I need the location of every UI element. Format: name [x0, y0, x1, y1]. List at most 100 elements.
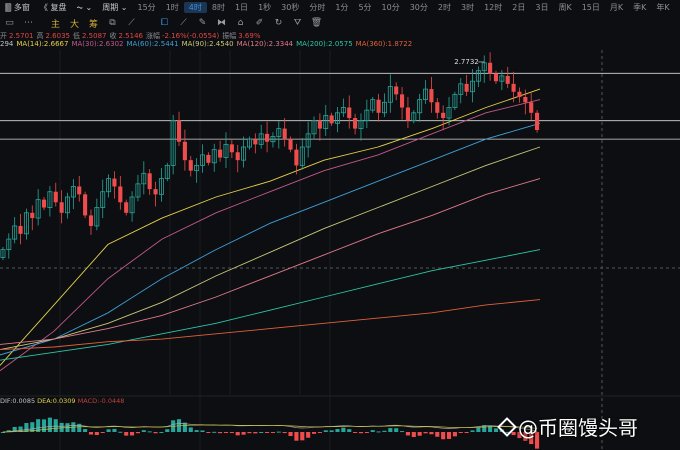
ma-line-MA360: [0, 299, 541, 351]
macd-bar: [300, 432, 305, 441]
macd-bar: [294, 432, 299, 441]
macd-bar: [446, 432, 452, 439]
candle-body: [493, 73, 499, 82]
macd-bar: [241, 432, 246, 435]
macd-bar: [388, 428, 393, 432]
binance-logo-icon: [497, 416, 517, 437]
candle-body: [464, 83, 469, 92]
candle-body: [400, 94, 405, 108]
candle-body: [429, 89, 434, 103]
macd-bar: [194, 430, 199, 432]
candle-body: [77, 186, 82, 195]
macd-bar: [94, 432, 99, 436]
candle-body: [118, 186, 123, 203]
macd-bar: [470, 430, 475, 432]
ma-line-MA14: [0, 88, 541, 366]
macd-bar: [200, 430, 205, 432]
macd-bar: [276, 431, 281, 433]
candle-body: [112, 178, 117, 187]
macd-bar: [347, 429, 352, 432]
candle-body: [18, 225, 23, 234]
macd-bar: [47, 417, 52, 432]
macd-bar: [452, 432, 457, 437]
macd-bar: [335, 429, 340, 432]
macd-bar: [253, 432, 258, 434]
candle-body: [41, 199, 47, 208]
candle-body: [529, 102, 534, 113]
macd-bar: [311, 432, 317, 434]
macd-bar: [458, 432, 463, 433]
macd-bar: [270, 432, 275, 433]
macd-bar: [106, 429, 111, 432]
macd-bar: [400, 431, 405, 433]
candle-body: [376, 99, 381, 113]
macd-bar: [141, 430, 146, 432]
candle-body: [523, 97, 528, 103]
macd-bar: [265, 432, 270, 433]
macd-bar: [159, 431, 164, 433]
candle-body: [30, 212, 35, 219]
macd-bar: [247, 432, 252, 434]
ma-line-MA120: [0, 178, 541, 345]
candle-body: [517, 91, 522, 97]
candle-body: [441, 112, 446, 119]
candle-body: [265, 133, 270, 142]
candle-body: [188, 160, 193, 171]
candlestick-chart[interactable]: 2.7732: [0, 0, 680, 450]
macd-bar: [235, 432, 240, 436]
dif-label: DIF:0.0085: [0, 397, 36, 405]
macd-bar: [229, 432, 234, 434]
candle-body: [147, 173, 152, 190]
macd-bar: [223, 432, 229, 433]
candle-body: [182, 141, 187, 161]
macd-bar: [417, 432, 422, 436]
macd-bar: [423, 432, 428, 434]
candle-body: [59, 202, 64, 213]
candle-body: [88, 215, 94, 226]
macd-bar: [341, 427, 346, 432]
macd-bar: [135, 432, 140, 434]
candle-body: [405, 107, 410, 121]
macd-bar: [429, 432, 434, 435]
macd-bar: [288, 432, 293, 437]
macd-bar: [53, 419, 58, 432]
candle-body: [235, 152, 240, 161]
macd-bar: [329, 430, 334, 432]
macd-bar: [370, 430, 375, 432]
macd-bar: [165, 429, 170, 432]
macd-bar: [464, 432, 469, 433]
candle-body: [124, 202, 129, 213]
candle-body: [294, 149, 299, 166]
macd-bar: [306, 432, 311, 438]
candle-body: [288, 139, 293, 150]
candle-body: [53, 191, 58, 203]
candle-body: [229, 144, 234, 153]
ma-line-MA60: [0, 122, 541, 356]
macd-bar: [124, 432, 129, 436]
candle-body: [83, 194, 88, 216]
ma-line-MA90: [0, 146, 541, 351]
macd-bar: [153, 432, 158, 434]
macd-bar: [435, 432, 440, 437]
candle-body: [153, 189, 158, 195]
candle-body: [488, 62, 493, 74]
macd-legend: DIF:0.0085 DEA:0.0309 MACD:-0.0448: [0, 397, 124, 405]
macd-bar: [218, 432, 223, 434]
macd-bar: [112, 428, 117, 432]
macd-bar: [83, 429, 88, 432]
macd-bar: [41, 419, 47, 432]
candle-body: [394, 86, 399, 95]
macd-bar: [317, 432, 322, 433]
macd-bar: [118, 431, 123, 433]
macd-bar: [88, 432, 94, 435]
macd-bar: [405, 432, 410, 436]
macd-bar: [59, 422, 64, 432]
macd-bar: [206, 432, 211, 433]
candle-body: [329, 115, 334, 124]
macd-bar: [188, 427, 193, 432]
macd-bar: [358, 432, 364, 434]
macd-bar: [364, 432, 369, 433]
candle-body: [535, 112, 540, 130]
macd-label: MACD:-0.0448: [77, 397, 125, 405]
macd-bar: [353, 432, 358, 433]
